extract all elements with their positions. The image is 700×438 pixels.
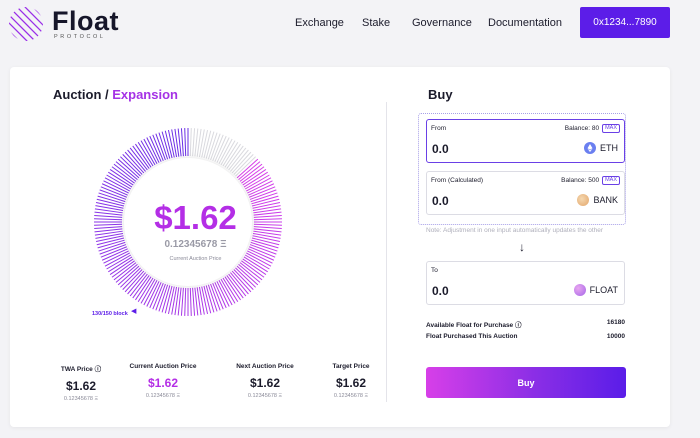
from-amount-input[interactable] <box>432 142 552 156</box>
from-token[interactable]: ETH <box>584 142 618 154</box>
to-token-symbol: FLOAT <box>589 285 618 295</box>
adjustment-note: Note: Adjustment in one input automatica… <box>426 227 604 234</box>
ring-tick-filled <box>184 128 187 157</box>
available-float-row: Available Float for Purchase ⓘ 16180 <box>426 319 625 329</box>
ring-tick-filled <box>94 223 123 226</box>
wallet-address-button[interactable]: 0x1234...7890 <box>580 7 670 38</box>
purchased-float-value: 10000 <box>606 333 625 340</box>
nav-stake[interactable]: Stake <box>362 17 390 29</box>
from-max-button[interactable]: MAX <box>602 124 620 133</box>
stat-value: $1.62 <box>249 376 281 390</box>
ring-tick-filled <box>94 218 123 221</box>
calc-token-symbol: BANK <box>593 195 618 205</box>
from-balance-text: Balance: 80 <box>564 125 600 132</box>
stat-sub: 0.12345678 Ξ <box>333 393 369 399</box>
stat-sub: 0.12345678 Ξ <box>63 396 99 402</box>
stat-value: $1.62 <box>65 379 97 393</box>
calc-label: From (Calculated) <box>431 177 484 184</box>
to-label: To <box>431 267 438 274</box>
available-float-label[interactable]: Available Float for Purchase ⓘ <box>426 319 521 329</box>
stat-value: $1.62 <box>147 376 179 390</box>
calc-token[interactable]: BANK <box>577 194 618 206</box>
calc-balance-text: Balance: 500 <box>561 177 600 184</box>
ring-tick-filled <box>189 287 192 316</box>
stat-twa-price: TWA Price ⓘ $1.62 0.12345678 Ξ <box>51 363 111 402</box>
brand-subtitle: PROTOCOL <box>54 34 106 40</box>
ring-tick-filled <box>180 287 184 316</box>
calc-balance: Balance: 500 MAX <box>561 176 620 185</box>
auction-title: Auction / Expansion <box>53 87 178 102</box>
ring-tick-filled <box>94 226 123 230</box>
stat-target-price: Target Price $1.62 0.12345678 Ξ <box>321 363 381 399</box>
current-price: $1.62 <box>154 199 237 236</box>
eth-icon <box>584 142 596 154</box>
current-price-caption: Current Auction Price <box>169 256 222 262</box>
auction-title-separator: / <box>101 87 113 102</box>
block-progress-label: 130/150 block <box>92 311 128 317</box>
current-price-eth: 0.12345678 Ξ <box>164 239 227 250</box>
ring-tick-filled <box>180 128 184 157</box>
from-balance: Balance: 80 MAX <box>565 124 620 133</box>
stat-sub: 0.12345678 Ξ <box>247 393 283 399</box>
ring-tick-empty <box>192 128 196 157</box>
ring-tick-filled <box>94 214 123 218</box>
float-token-icon <box>573 284 586 296</box>
ring-tick-filled <box>253 223 282 226</box>
calculated-field[interactable]: From (Calculated) Balance: 500 MAX BANK <box>426 171 625 215</box>
purchased-float-row: Float Purchased This Auction 10000 <box>426 333 625 340</box>
ring-tick-filled <box>253 218 282 221</box>
to-field[interactable]: To FLOAT <box>426 261 625 305</box>
stat-current-auction-price: Current Auction Price $1.62 0.12345678 Ξ <box>123 363 203 399</box>
top-nav: Float PROTOCOL Exchange Stake Governance… <box>0 0 700 56</box>
arrow-down-icon: ↓ <box>519 240 525 254</box>
nav-exchange[interactable]: Exchange <box>295 17 344 29</box>
purchased-float-label: Float Purchased This Auction <box>426 333 518 340</box>
auction-phase-label: Expansion <box>112 87 178 102</box>
block-pointer-icon: ◀ <box>131 308 137 315</box>
stat-value: $1.62 <box>335 376 367 390</box>
from-field[interactable]: From Balance: 80 MAX ETH <box>426 119 625 163</box>
ring-tick-filled <box>192 287 196 316</box>
ring-tick-filled <box>184 287 187 316</box>
calc-max-button[interactable]: MAX <box>602 176 620 185</box>
stat-next-auction-price: Next Auction Price $1.62 0.12345678 Ξ <box>228 363 302 399</box>
float-logo-icon[interactable] <box>8 6 44 42</box>
available-float-value: 16180 <box>606 319 625 326</box>
section-divider <box>386 102 387 402</box>
ring-tick-filled <box>253 226 282 230</box>
buy-title: Buy <box>428 87 453 102</box>
auction-card: Auction / Expansion $1.62 0.12345678 Ξ C… <box>10 67 670 427</box>
auction-title-label: Auction <box>53 87 102 102</box>
from-label: From <box>431 125 447 132</box>
nav-governance[interactable]: Governance <box>412 17 472 29</box>
stat-label[interactable]: TWA Price ⓘ <box>51 363 111 373</box>
from-token-symbol: ETH <box>600 143 618 153</box>
stat-sub: 0.12345678 Ξ <box>145 393 181 399</box>
to-token[interactable]: FLOAT <box>573 284 618 296</box>
ring-tick-empty <box>189 128 192 157</box>
buy-button[interactable]: Buy <box>426 367 626 398</box>
calc-amount-input[interactable] <box>432 194 552 208</box>
nav-documentation[interactable]: Documentation <box>488 17 562 29</box>
stat-label: Current Auction Price <box>129 363 197 370</box>
to-amount-input[interactable] <box>432 284 552 298</box>
brand-name: Float <box>52 6 119 36</box>
bank-icon <box>577 194 590 206</box>
ring-tick-filled <box>253 214 282 218</box>
stat-label: Target Price <box>332 363 370 370</box>
stat-label: Next Auction Price <box>236 363 294 370</box>
